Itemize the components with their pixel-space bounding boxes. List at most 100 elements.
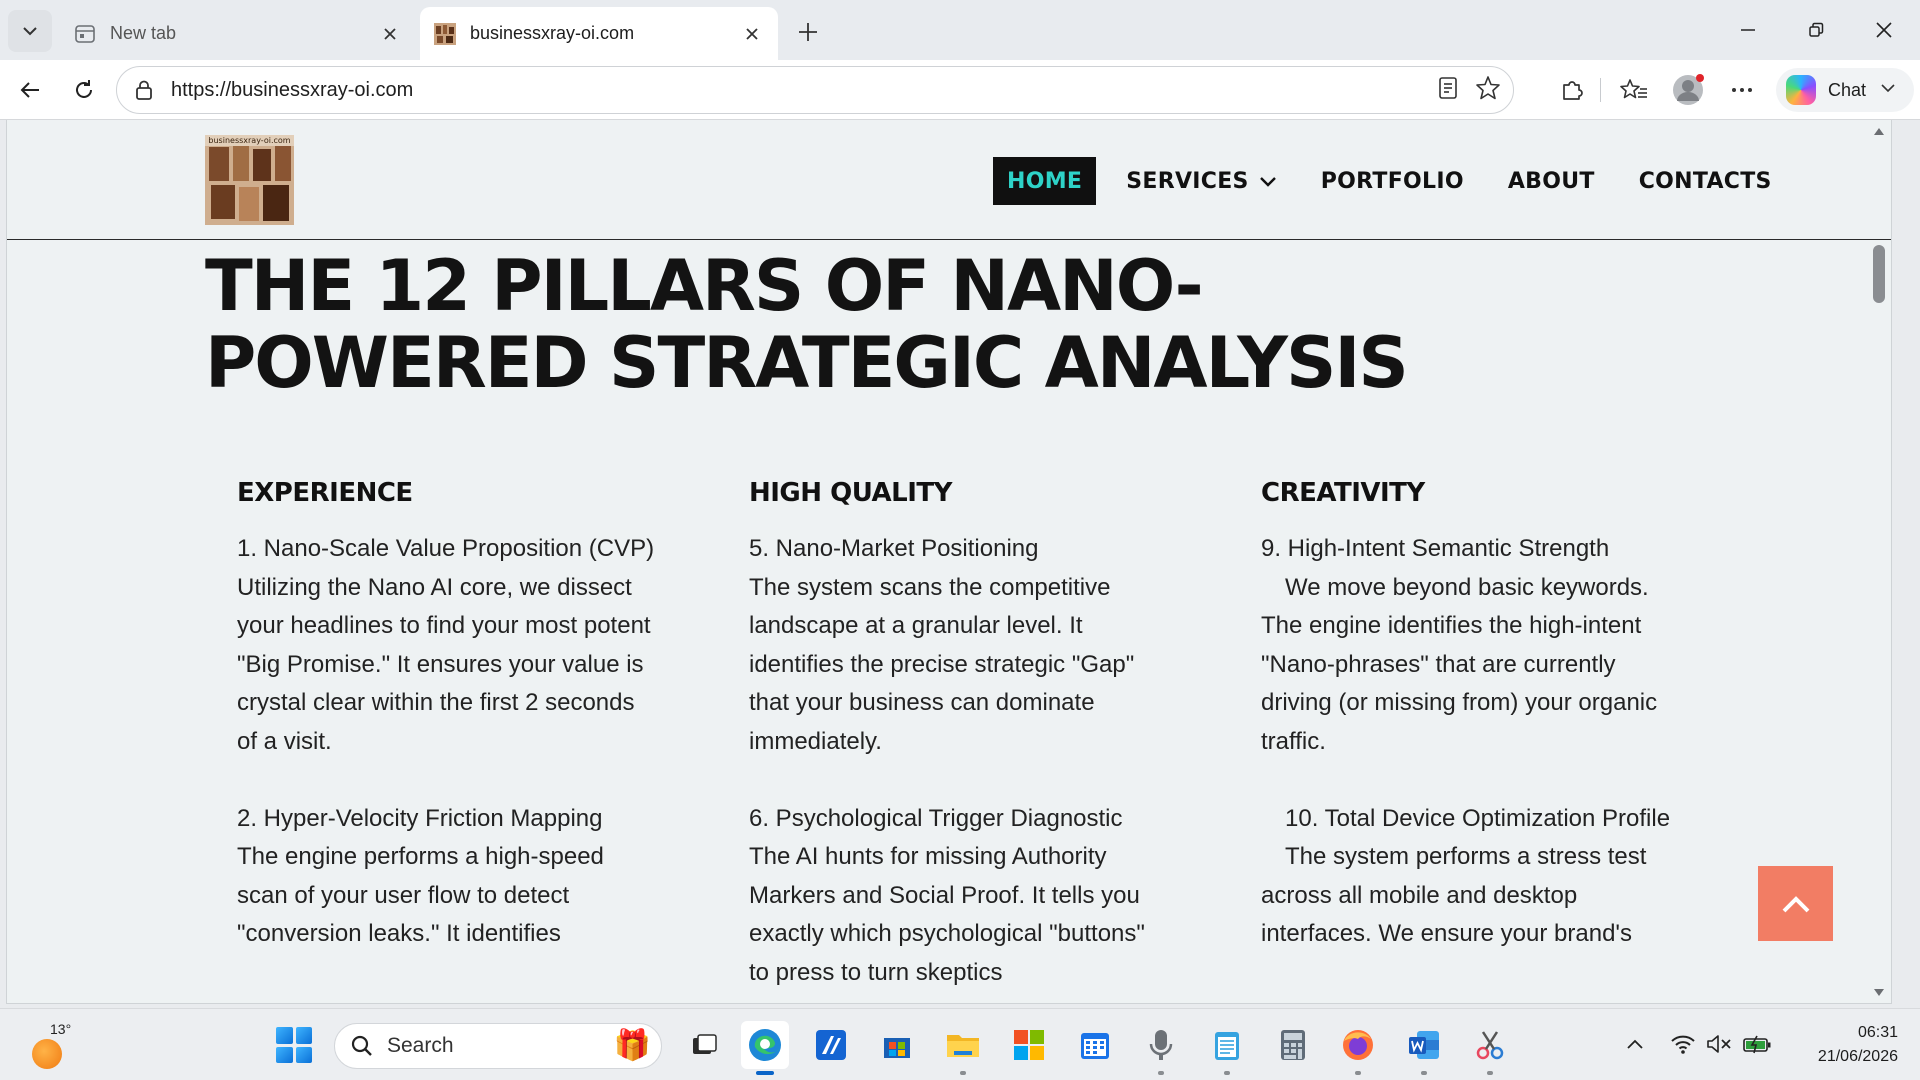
tab-new-tab[interactable]: New tab [60, 7, 416, 60]
taskbar-calculator[interactable] [1269, 1021, 1317, 1069]
pillar-text: The system scans the competitive landsca… [749, 573, 1135, 755]
nav-services[interactable]: SERVICES [1104, 157, 1298, 205]
url-text[interactable]: https://businessxray-oi.com [171, 79, 1437, 102]
site-header: businessxray-oi.com HOME SERVICES PORTFO… [7, 120, 1891, 240]
calendar-icon [1081, 1033, 1109, 1059]
windows-taskbar: 13° Search 🎁 06:31 21/06/2026 [0, 1008, 1920, 1080]
arrow-left-icon [20, 82, 39, 98]
taskbar-word[interactable] [1400, 1021, 1448, 1075]
taskbar-voice-recorder[interactable] [1137, 1021, 1185, 1075]
running-indicator [1487, 1071, 1493, 1075]
taskbar-notepad[interactable] [1203, 1021, 1251, 1075]
restore-icon [1809, 22, 1824, 37]
pillar-item: 10. Total Device Optimization Profile Th… [1261, 800, 1681, 954]
taskbar-app-azure[interactable] [807, 1021, 855, 1069]
tab-businessxray[interactable]: businessxray-oi.com [420, 7, 778, 60]
site-logo[interactable]: businessxray-oi.com [205, 135, 294, 225]
page-scrollbar[interactable] [1869, 120, 1891, 1003]
extensions-button[interactable] [1554, 72, 1590, 108]
task-view-button[interactable] [680, 1021, 728, 1069]
avatar-icon [1673, 74, 1704, 105]
pillar-title: 10. Total Device Optimization Profile [1261, 800, 1681, 839]
pillar-text-content: The system performs a stress test across… [1261, 843, 1647, 947]
back-button[interactable] [12, 72, 48, 108]
favorite-star-icon[interactable] [1475, 75, 1501, 106]
tab-title: businessxray-oi.com [470, 23, 635, 43]
back-to-top-button[interactable] [1758, 866, 1833, 941]
site-favicon-icon [434, 22, 456, 45]
scrollbar-thumb[interactable] [1873, 245, 1885, 303]
nav-portfolio[interactable]: PORTFOLIO [1299, 157, 1486, 205]
tab-actions-button[interactable] [8, 10, 52, 52]
restore-button[interactable] [1788, 8, 1844, 52]
favorites-button[interactable] [1616, 72, 1652, 108]
running-indicator [960, 1071, 966, 1075]
taskbar-firefox[interactable] [1334, 1021, 1382, 1075]
new-tab-page-icon [75, 24, 95, 43]
copilot-chat-button[interactable]: Chat [1776, 68, 1914, 112]
tab-title: New tab [110, 23, 177, 43]
pillar-title: 5. Nano-Market Positioning [749, 535, 1039, 562]
nav-about[interactable]: ABOUT [1486, 157, 1617, 205]
refresh-icon [76, 80, 92, 98]
reading-view-icon[interactable] [1437, 76, 1459, 105]
running-indicator [756, 1071, 774, 1075]
wifi-icon [1671, 1035, 1695, 1054]
scroll-up-arrow-icon[interactable] [1872, 124, 1886, 138]
refresh-button[interactable] [66, 72, 102, 108]
minimize-button[interactable] [1720, 8, 1776, 52]
taskbar-file-explorer[interactable] [939, 1021, 987, 1075]
calculator-icon [1281, 1030, 1305, 1060]
running-indicator [1355, 1071, 1361, 1075]
taskbar-search[interactable]: Search 🎁 [334, 1023, 662, 1069]
wifi-button[interactable] [1668, 1029, 1698, 1059]
microphone-icon [1149, 1030, 1173, 1060]
close-tab-button[interactable] [740, 22, 764, 46]
more-horizontal-icon [1732, 88, 1752, 92]
page-viewport: businessxray-oi.com HOME SERVICES PORTFO… [6, 120, 1892, 1004]
pillar-text: Utilizing the Nano AI core, we dissect y… [237, 573, 651, 755]
taskbar-snipping-tool[interactable] [1466, 1021, 1514, 1075]
app-tile-icon [816, 1030, 846, 1060]
pillar-text: The system performs a stress test across… [1261, 838, 1681, 954]
pillar-item: 5. Nano-Market Positioning The system sc… [749, 530, 1169, 761]
taskbar-microsoft-store[interactable] [873, 1021, 921, 1069]
chevron-down-icon [23, 27, 37, 36]
close-icon [746, 27, 758, 40]
column-creativity: CREATIVITY 9. High-Intent Semantic Stren… [1261, 478, 1681, 992]
plus-icon [799, 23, 817, 41]
word-icon [1409, 1031, 1439, 1059]
browser-tab-bar: New tab businessxray-oi.com [0, 0, 1920, 60]
lock-icon[interactable] [131, 80, 157, 100]
chevron-up-icon [1627, 1039, 1643, 1049]
nav-home[interactable]: HOME [993, 157, 1097, 205]
nav-contacts[interactable]: CONTACTS [1617, 157, 1794, 205]
store-icon [884, 1038, 910, 1058]
chevron-down-icon [1880, 80, 1896, 101]
scroll-down-arrow-icon[interactable] [1872, 986, 1886, 1000]
close-tab-button[interactable] [378, 22, 402, 46]
address-bar[interactable]: https://businessxray-oi.com [116, 66, 1514, 114]
new-tab-button[interactable] [790, 14, 826, 50]
close-window-button[interactable] [1856, 8, 1912, 52]
settings-more-button[interactable] [1724, 72, 1760, 108]
taskbar-microsoft-365[interactable] [1005, 1021, 1053, 1069]
pillar-text: The AI hunts for missing Authority Marke… [749, 843, 1145, 986]
taskbar-calendar[interactable] [1071, 1021, 1119, 1069]
logo-text: businessxray-oi.com [208, 136, 290, 145]
taskbar-clock[interactable]: 06:31 21/06/2026 [1780, 1021, 1898, 1069]
weather-widget[interactable]: 13° [26, 1021, 76, 1071]
column-heading: HIGH QUALITY [749, 478, 952, 508]
pillar-item: 9. High-Intent Semantic Strength We move… [1261, 530, 1681, 761]
volume-muted-icon [1707, 1035, 1731, 1053]
close-icon [384, 27, 396, 40]
taskbar-edge[interactable] [741, 1021, 789, 1075]
profile-button[interactable] [1670, 72, 1706, 108]
close-icon [1876, 22, 1892, 38]
show-hidden-icons-button[interactable] [1620, 1029, 1650, 1059]
battery-button[interactable] [1742, 1029, 1772, 1059]
start-button[interactable] [276, 1027, 312, 1063]
main-navigation: HOME SERVICES PORTFOLIO ABOUT CONTACTS [993, 157, 1794, 205]
pillar-text: We move beyond basic keywords. The engin… [1261, 569, 1681, 762]
volume-button[interactable] [1704, 1029, 1734, 1059]
